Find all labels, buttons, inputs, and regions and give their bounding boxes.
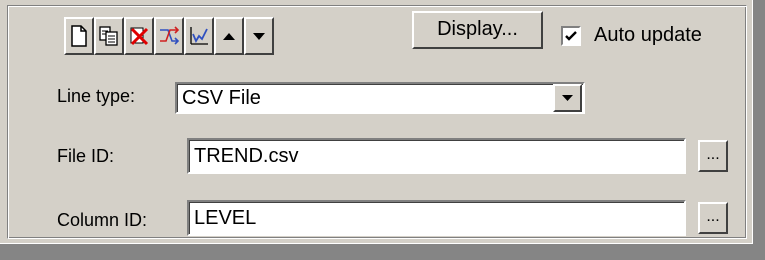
trend-button[interactable] [184, 17, 214, 55]
arrow-down-icon [253, 33, 265, 40]
delete-icon [130, 27, 149, 46]
column-id-value: LEVEL [194, 207, 257, 229]
copy-button[interactable] [94, 17, 124, 55]
new-document-icon [71, 25, 87, 47]
file-id-input[interactable]: TREND.csv [187, 138, 686, 174]
line-type-dropdown-button[interactable] [553, 84, 582, 112]
auto-update-label[interactable]: Auto update [594, 24, 702, 47]
move-down-button[interactable] [244, 17, 274, 55]
trend-chart-icon [190, 27, 208, 45]
panel-edge-bottom [0, 244, 765, 260]
panel-edge-right [753, 0, 765, 260]
file-id-label: File ID: [57, 146, 115, 166]
line-type-label: Line type: [57, 86, 136, 106]
copy-icon [99, 26, 118, 46]
new-button[interactable] [64, 17, 94, 55]
move-up-button[interactable] [214, 17, 244, 55]
shuffle-button[interactable] [154, 17, 184, 55]
column-id-label: Column ID: [57, 210, 148, 230]
checkmark-icon [565, 31, 577, 41]
column-id-input[interactable]: LEVEL [187, 200, 686, 236]
display-button[interactable]: Display... [412, 11, 543, 49]
line-type-value: CSV File [182, 87, 261, 109]
properties-panel: Display... Auto update Line type: CSV Fi… [0, 0, 765, 260]
chevron-down-icon [562, 95, 573, 101]
line-type-select[interactable]: CSV File [175, 82, 585, 114]
column-id-browse-button[interactable]: ... [698, 202, 728, 234]
arrow-up-icon [223, 33, 235, 40]
auto-update-checkbox[interactable] [561, 26, 581, 46]
delete-button[interactable] [124, 17, 154, 55]
shuffle-icon [160, 26, 180, 45]
file-id-browse-button[interactable]: ... [698, 140, 728, 172]
file-id-value: TREND.csv [194, 145, 299, 167]
